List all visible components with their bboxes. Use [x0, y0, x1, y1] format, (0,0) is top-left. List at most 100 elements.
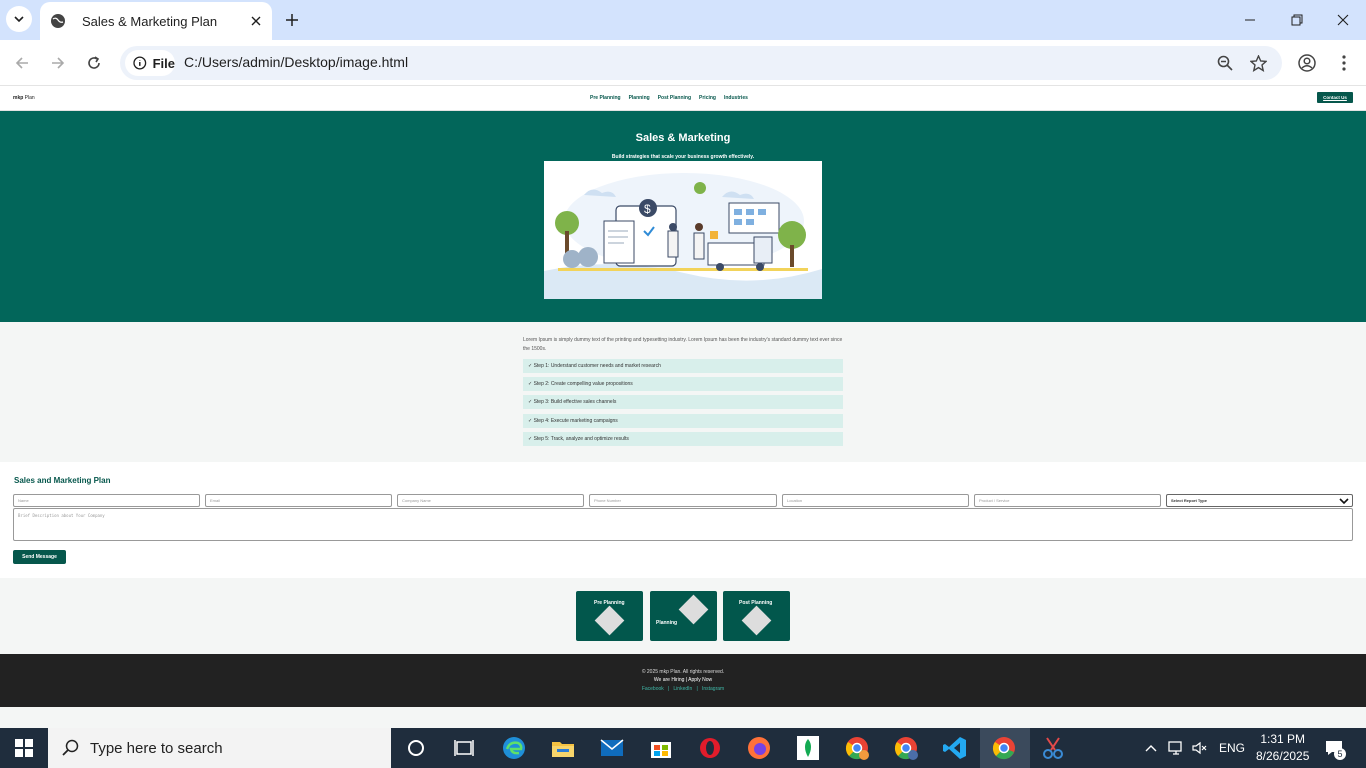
email-input[interactable]: Email — [205, 494, 392, 507]
nav-link-pre-planning[interactable]: Pre Planning — [590, 95, 621, 101]
browser-tab[interactable]: Sales & Marketing Plan — [40, 2, 272, 40]
nav-link-post-planning[interactable]: Post Planning — [658, 95, 691, 101]
contact-form: Sales and Marketing Plan Name Email Comp… — [0, 462, 1366, 578]
address-bar[interactable]: File C:/Users/admin/Desktop/image.html — [120, 46, 1282, 80]
reload-icon — [88, 56, 100, 69]
footer-hiring-link[interactable]: We are Hiring | Apply Now — [0, 677, 1366, 683]
browser-tab-strip: Sales & Marketing Plan — [0, 0, 1366, 40]
chrome-icon[interactable] — [990, 734, 1018, 762]
reload-button[interactable] — [83, 52, 105, 74]
language-indicator[interactable]: ENG — [1219, 728, 1245, 768]
phone-number-input[interactable]: Phone Number — [589, 494, 777, 507]
microsoft-store-icon[interactable] — [647, 734, 675, 762]
chrome-profile-c-icon[interactable] — [843, 734, 871, 762]
snipping-tool-icon[interactable] — [1039, 734, 1067, 762]
card-label: Planning — [656, 620, 678, 626]
cortana-icon[interactable] — [402, 734, 430, 762]
globe-icon — [51, 14, 65, 28]
diamond-icon — [678, 594, 709, 625]
start-button[interactable] — [0, 728, 48, 768]
step-item: ✓ Step 2: Create compelling value propos… — [523, 377, 843, 391]
opera-icon[interactable] — [696, 734, 724, 762]
card-pre-planning[interactable]: Pre Planning — [576, 591, 643, 641]
product-service-input[interactable]: Product / Service — [974, 494, 1161, 507]
name-input[interactable]: Name — [13, 494, 200, 507]
zoom-icon[interactable] — [1215, 53, 1235, 73]
site-info-chip[interactable]: File — [125, 50, 175, 76]
report-type-value: Select Report Type — [1171, 498, 1207, 503]
volume-muted-icon[interactable] — [1192, 728, 1208, 768]
restore-icon — [1291, 14, 1303, 26]
report-type-select[interactable]: Select Report Type — [1166, 494, 1353, 507]
taskbar-search[interactable]: Type here to search — [48, 728, 391, 768]
minimize-button[interactable] — [1240, 10, 1260, 30]
vscode-icon[interactable] — [941, 734, 969, 762]
forward-button[interactable] — [47, 52, 69, 74]
arrow-left-icon — [15, 57, 28, 69]
more-vertical-icon — [1342, 55, 1346, 71]
site-chip-label: File — [152, 55, 175, 71]
mongodb-compass-icon[interactable] — [794, 734, 822, 762]
clock-time: 1:31 PM — [1260, 732, 1306, 746]
new-tab-button[interactable] — [282, 10, 302, 30]
network-icon[interactable] — [1168, 728, 1186, 768]
site-logo[interactable]: mkp Plan — [13, 95, 35, 101]
footer-copyright: © 2025 mkp Plan. All rights reserved. — [641, 669, 725, 675]
file-explorer-icon[interactable] — [549, 734, 577, 762]
windows-taskbar: Type here to search ENG 1:31 PM 8/26/202… — [0, 728, 1366, 768]
chrome-profile-j-icon[interactable] — [892, 734, 920, 762]
info-icon — [133, 56, 147, 70]
task-view-icon[interactable] — [450, 734, 478, 762]
notifications-button[interactable]: 5 — [1324, 728, 1346, 768]
svg-text:$: $ — [644, 202, 651, 216]
firefox-icon[interactable] — [745, 734, 773, 762]
hero-section: Sales & Marketing Build strategies that … — [0, 111, 1366, 322]
notification-count: 5 — [1334, 748, 1346, 760]
restore-button[interactable] — [1287, 10, 1307, 30]
site-footer: © 2025 mkp Plan. All rights reserved. We… — [0, 654, 1366, 707]
tab-title: Sales & Marketing Plan — [82, 13, 218, 29]
step-item: ✓ Step 1: Understand customer needs and … — [523, 359, 843, 373]
nav-link-industries[interactable]: Industries — [724, 95, 748, 101]
nav-link-planning[interactable]: Planning — [629, 95, 650, 101]
profile-button[interactable] — [1296, 52, 1318, 74]
step-item: ✓ Step 3: Build effective sales channels — [523, 395, 843, 409]
send-message-button[interactable]: Send Message — [13, 550, 66, 564]
tab-search-button[interactable] — [6, 6, 32, 32]
chevron-up-icon — [1145, 745, 1157, 752]
card-planning[interactable]: Planning — [650, 591, 717, 641]
close-tab-icon[interactable] — [246, 11, 266, 31]
web-page: mkp Plan Pre Planning Planning Post Plan… — [0, 86, 1366, 728]
contact-us-button[interactable]: Contact Us — [1317, 92, 1353, 103]
chevron-down-icon — [1339, 498, 1349, 505]
close-icon — [1337, 14, 1349, 26]
url-text[interactable]: C:/Users/admin/Desktop/image.html — [184, 54, 408, 70]
steps-section: Lorem Ipsum is simply dummy text of the … — [0, 322, 1366, 462]
close-window-button[interactable] — [1333, 10, 1353, 30]
diamond-icon — [594, 605, 625, 636]
description-textarea[interactable]: Brief Description about Your Company — [13, 508, 1353, 541]
location-input[interactable]: Location — [782, 494, 969, 507]
account-icon — [1298, 54, 1316, 72]
bookmark-star-icon[interactable] — [1248, 53, 1268, 73]
intro-paragraph: Lorem Ipsum is simply dummy text of the … — [523, 337, 843, 352]
back-button[interactable] — [11, 52, 33, 74]
browser-toolbar: File C:/Users/admin/Desktop/image.html — [0, 40, 1366, 86]
plus-icon — [286, 14, 298, 26]
edge-icon[interactable] — [500, 734, 528, 762]
footer-social-links[interactable]: Facebook | LinkedIn | Instagram — [0, 686, 1366, 692]
form-title: Sales and Marketing Plan — [14, 476, 111, 485]
company-name-input[interactable]: Company Name — [397, 494, 584, 507]
search-icon — [62, 739, 79, 756]
windows-logo-icon — [15, 739, 33, 757]
clock[interactable]: 1:31 PM 8/26/2025 — [1256, 731, 1309, 765]
mail-icon[interactable] — [598, 734, 626, 762]
hero-title: Sales & Marketing — [635, 132, 731, 144]
card-post-planning[interactable]: Post Planning — [723, 591, 790, 641]
nav-link-pricing[interactable]: Pricing — [699, 95, 716, 101]
show-hidden-icons[interactable] — [1145, 728, 1157, 768]
nav-links: Pre Planning Planning Post Planning Pric… — [590, 95, 756, 101]
chevron-down-icon — [14, 16, 24, 23]
step-item: ✓ Step 4: Execute marketing campaigns — [523, 414, 843, 428]
menu-button[interactable] — [1333, 52, 1355, 74]
